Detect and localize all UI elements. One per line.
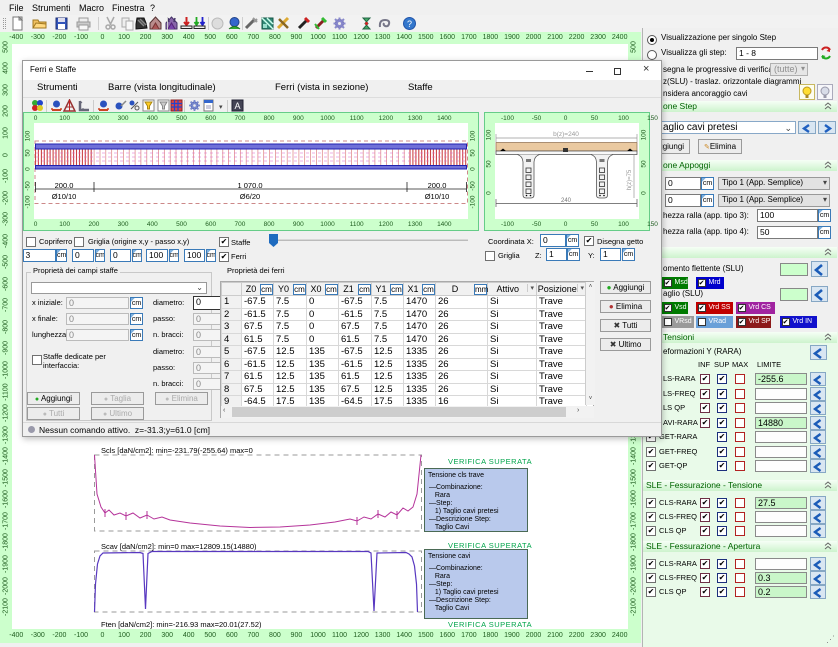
svg-text:b(z)=240: b(z)=240	[553, 131, 579, 138]
svg-text:?: ?	[407, 19, 412, 29]
svg-text:A: A	[234, 101, 240, 111]
svg-text:h(z)=75: h(z)=75	[627, 169, 633, 190]
svg-text:240: 240	[561, 198, 572, 204]
